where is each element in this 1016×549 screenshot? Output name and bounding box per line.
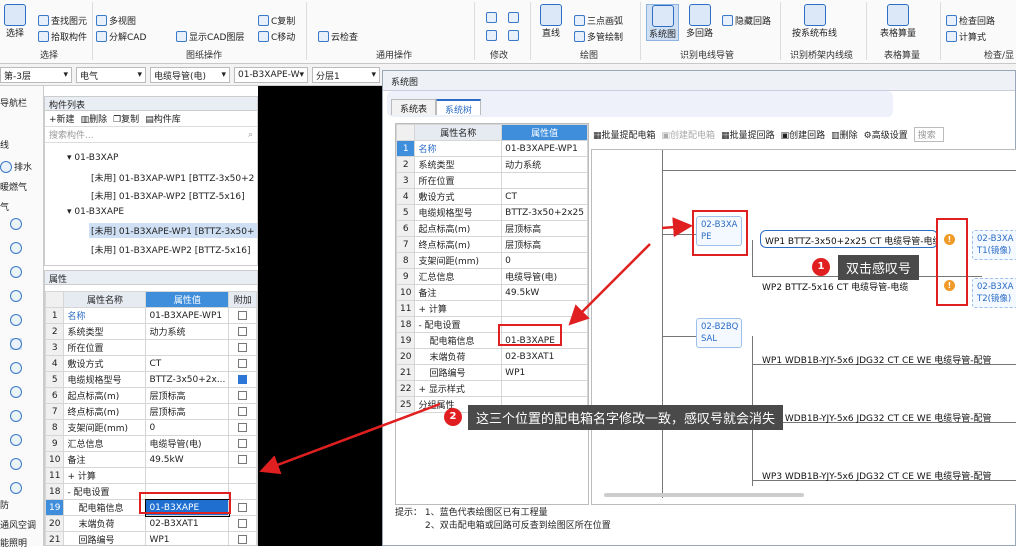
step-badge: 1	[812, 258, 830, 276]
callout-step2: 这三个位置的配电箱名字修改一致，感叹号就会消失	[468, 405, 784, 430]
arrow-to-grid	[568, 243, 651, 326]
step-badge: 2	[444, 408, 462, 426]
arrow-to-left-panel	[259, 402, 441, 475]
arrow-to-node	[661, 217, 693, 238]
callout-step1: 双击感叹号	[838, 255, 920, 280]
